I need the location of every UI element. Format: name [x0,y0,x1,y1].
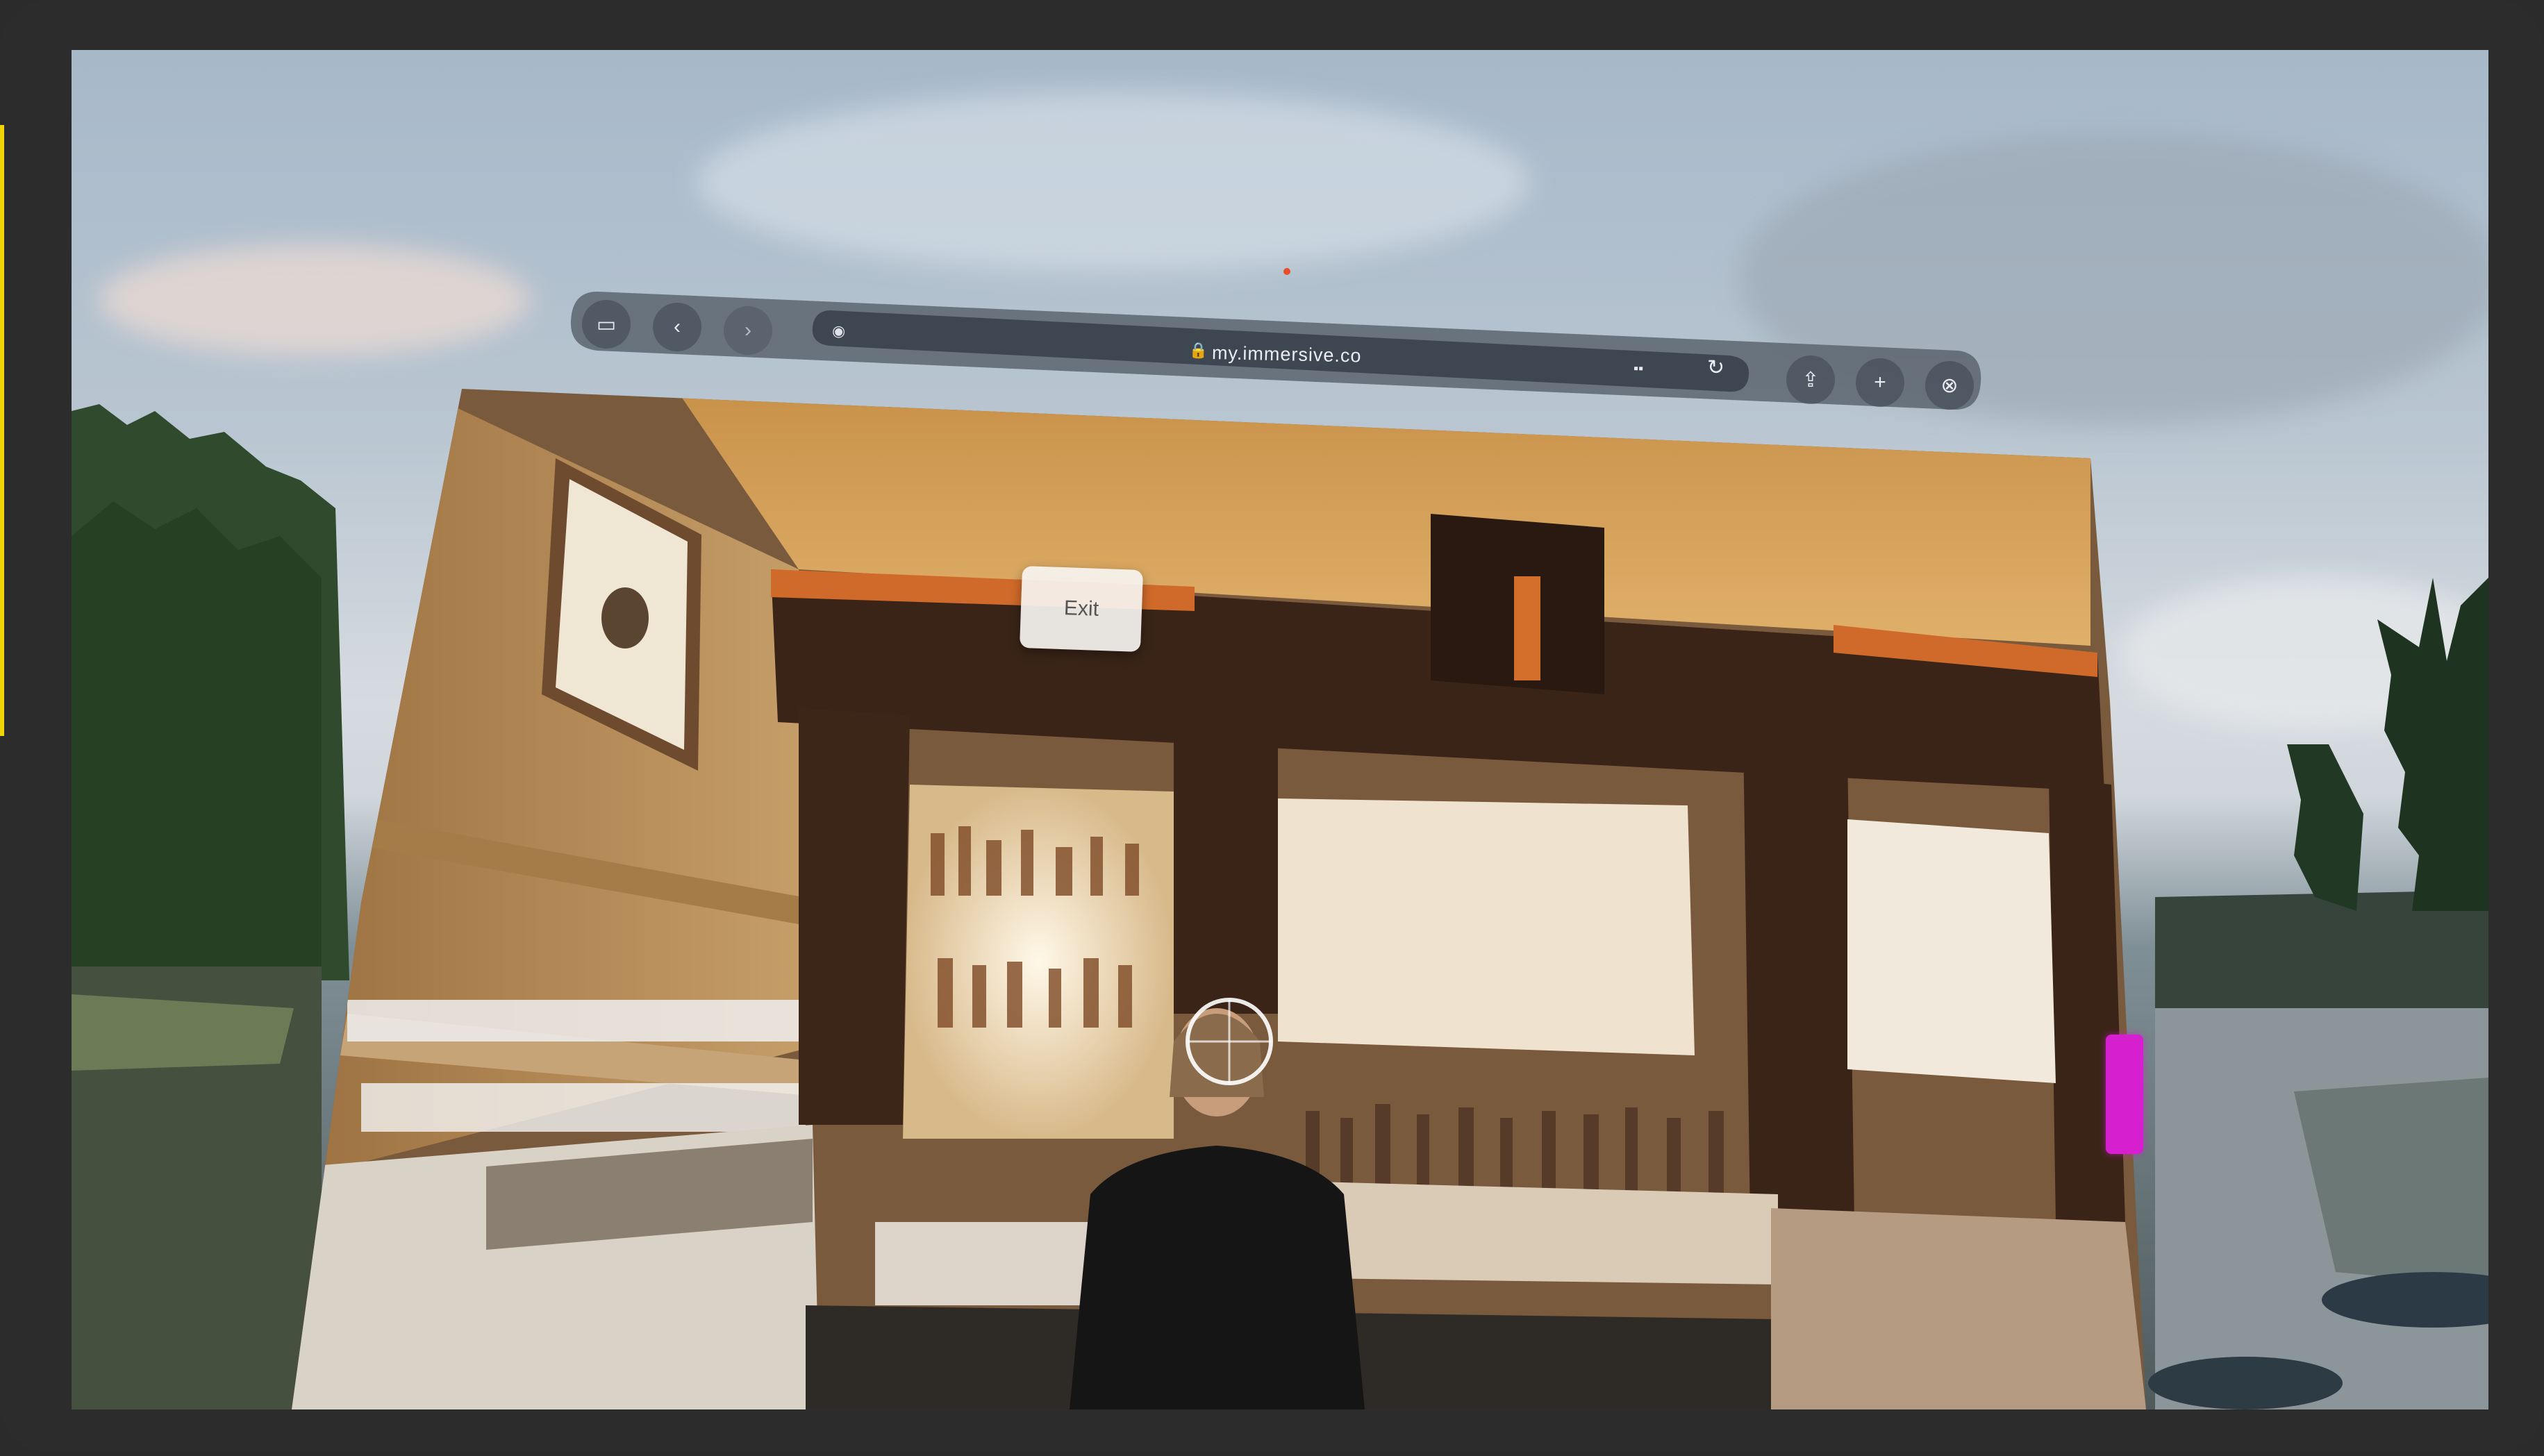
share-button[interactable]: ⇪ [1786,355,1835,404]
exit-label: Exit [1063,596,1099,621]
close-icon: ⊗ [1940,374,1959,397]
back-button[interactable]: ‹ [653,303,701,351]
window-button[interactable]: ▭ [582,300,631,349]
environment-background [72,50,2488,1409]
forward-arrow-icon: › [745,319,751,342]
exit-button[interactable]: Exit [1019,565,1144,653]
url-field[interactable]: my.immersive.co [1212,342,1362,367]
side-tab-handle[interactable] [2106,1035,2143,1154]
back-arrow-icon: ‹ [674,315,681,338]
close-button[interactable]: ⊗ [1925,361,1974,410]
window-icon: ▭ [596,312,617,336]
plus-icon: + [1874,371,1886,394]
forward-button[interactable]: › [724,306,772,355]
side-marker [0,125,4,736]
landscape [72,404,2488,1409]
share-icon: ⇪ [1802,368,1820,392]
new-tab-button[interactable]: + [1856,358,1904,407]
